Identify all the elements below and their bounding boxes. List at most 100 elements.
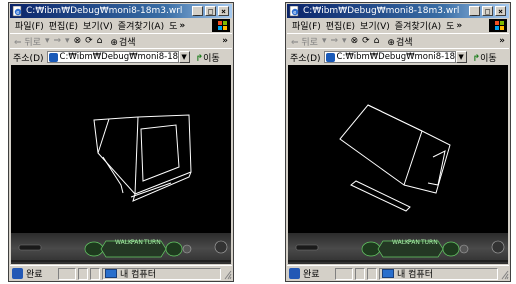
svg-text:e: e	[293, 10, 296, 16]
vrml-dashboard[interactable]: WALK PAN TURN	[11, 233, 231, 264]
status-done: 완료	[26, 270, 43, 280]
dash-pan-label[interactable]: PAN	[131, 239, 143, 246]
status-panel	[90, 267, 100, 280]
vrml-viewport[interactable]	[288, 65, 508, 233]
home-icon[interactable]: ⌂	[97, 36, 103, 46]
forward-button[interactable]: ⇒	[54, 36, 62, 46]
menu-view[interactable]: 보기(V)	[360, 19, 390, 32]
maximize-icon[interactable]: □	[205, 6, 216, 16]
go-arrow-icon: ↱	[195, 53, 204, 64]
address-bar: 주소(D) C:₩ibm₩Debug₩moni8-18m3. ▼ ↱이동	[10, 48, 232, 65]
search-icon: ⊕	[387, 37, 395, 48]
home-icon[interactable]: ⌂	[374, 36, 380, 46]
close-icon[interactable]: ×	[218, 6, 229, 16]
dashboard-graphic	[11, 240, 231, 262]
browser-window-right: e C:₩ibm₩Debug₩moni8-18m3.wrl _ □ × 파일(F…	[285, 2, 511, 282]
address-input[interactable]: C:₩ibm₩Debug₩moni8-18m3.	[46, 51, 179, 63]
forward-dropdown-icon[interactable]: ▾	[342, 36, 347, 46]
svg-text:e: e	[16, 10, 19, 16]
vrml-dashboard[interactable]: WALK PAN TURN	[288, 233, 508, 264]
minimize-icon[interactable]: _	[192, 6, 203, 16]
resize-grip-icon[interactable]	[222, 268, 232, 280]
menu-favorites[interactable]: 즐겨찾기(A)	[118, 19, 164, 32]
search-label: 검색	[118, 37, 136, 48]
back-button[interactable]: ⇐ 뒤로	[14, 35, 41, 48]
menu-bar: 파일(F) 편집(E) 보기(V) 즐겨찾기(A) 도 »	[10, 19, 232, 32]
dash-walk-label[interactable]: WALK	[392, 239, 409, 246]
menu-tools[interactable]: 도	[446, 19, 454, 32]
browser-window-left: e C:₩ibm₩Debug₩moni8-18m3.wrl _ □ × 파일(F…	[8, 2, 234, 282]
menu-file[interactable]: 파일(F)	[292, 19, 321, 32]
stop-icon[interactable]: ⊗	[351, 36, 359, 46]
ie-page-icon: e	[12, 5, 23, 17]
back-dropdown-icon[interactable]: ▾	[45, 36, 50, 46]
go-label: 이동	[203, 53, 220, 64]
toolbar-overflow-icon[interactable]: »	[499, 36, 505, 46]
forward-dropdown-icon[interactable]: ▾	[65, 36, 70, 46]
go-button[interactable]: ↱이동	[196, 51, 220, 64]
go-label: 이동	[480, 53, 497, 64]
ie-page-icon: e	[289, 5, 300, 17]
dash-walk-label[interactable]: WALK	[115, 239, 132, 246]
minimize-icon[interactable]: _	[469, 6, 480, 16]
status-done: 완료	[303, 270, 320, 280]
menu-overflow-icon[interactable]: »	[456, 21, 462, 31]
refresh-icon[interactable]: ⟳	[362, 36, 370, 46]
go-button[interactable]: ↱이동	[473, 51, 497, 64]
dash-pan-label[interactable]: PAN	[408, 239, 420, 246]
dash-turn-label[interactable]: TURN	[144, 239, 161, 246]
security-zone: 내 컴퓨터	[379, 267, 498, 280]
vrml-viewport[interactable]	[11, 65, 231, 233]
go-arrow-icon: ↱	[472, 53, 481, 64]
close-icon[interactable]: ×	[495, 6, 506, 16]
windows-logo-icon	[212, 19, 230, 32]
menu-overflow-icon[interactable]: »	[179, 21, 185, 31]
address-label: 주소(D)	[13, 53, 44, 64]
title-bar[interactable]: e C:₩ibm₩Debug₩moni8-18m3.wrl _ □ ×	[287, 4, 509, 18]
status-panel	[335, 267, 353, 280]
refresh-icon[interactable]: ⟳	[85, 36, 93, 46]
window-title: C:₩ibm₩Debug₩moni8-18m3.wrl	[26, 6, 183, 16]
title-bar[interactable]: e C:₩ibm₩Debug₩moni8-18m3.wrl _ □ ×	[10, 4, 232, 18]
dash-turn-label[interactable]: TURN	[421, 239, 438, 246]
my-computer-icon	[382, 269, 394, 278]
toolbar-overflow-icon[interactable]: »	[222, 36, 228, 46]
page-icon	[325, 52, 335, 62]
menu-edit[interactable]: 편집(E)	[326, 19, 355, 32]
status-panel	[367, 267, 377, 280]
menu-file[interactable]: 파일(F)	[15, 19, 44, 32]
windows-logo-icon	[489, 19, 507, 32]
address-input[interactable]: C:₩ibm₩Debug₩moni8-18m3.	[323, 51, 456, 63]
zone-label: 내 컴퓨터	[120, 270, 156, 280]
window-title: C:₩ibm₩Debug₩moni8-18m3.wrl	[303, 6, 460, 16]
address-dropdown-icon[interactable]: ▼	[455, 51, 467, 63]
back-dropdown-icon[interactable]: ▾	[322, 36, 327, 46]
status-bar: 완료 내 컴퓨터	[287, 265, 509, 281]
back-button[interactable]: ⇐ 뒤로	[291, 35, 318, 48]
menu-view[interactable]: 보기(V)	[83, 19, 113, 32]
address-dropdown-icon[interactable]: ▼	[178, 51, 190, 63]
ie-status-icon	[12, 268, 23, 279]
resize-grip-icon[interactable]	[499, 268, 509, 280]
ie-status-icon	[289, 268, 300, 279]
search-icon: ⊕	[110, 37, 118, 48]
page-icon	[48, 52, 58, 62]
search-label: 검색	[395, 37, 413, 48]
status-panel	[78, 267, 88, 280]
status-panel	[355, 267, 365, 280]
my-computer-icon	[105, 269, 117, 278]
standard-toolbar: ⇐ 뒤로 ▾ ⇒ ▾ ⊗ ⟳ ⌂ ⊕검색 »	[10, 33, 232, 48]
search-button[interactable]: ⊕검색	[106, 35, 135, 48]
menu-bar: 파일(F) 편집(E) 보기(V) 즐겨찾기(A) 도 »	[287, 19, 509, 32]
address-label: 주소(D)	[290, 53, 321, 64]
search-button[interactable]: ⊕검색	[383, 35, 412, 48]
address-bar: 주소(D) C:₩ibm₩Debug₩moni8-18m3. ▼ ↱이동	[287, 48, 509, 65]
security-zone: 내 컴퓨터	[102, 267, 221, 280]
menu-favorites[interactable]: 즐겨찾기(A)	[395, 19, 441, 32]
forward-button[interactable]: ⇒	[331, 36, 339, 46]
stop-icon[interactable]: ⊗	[74, 36, 82, 46]
maximize-icon[interactable]: □	[482, 6, 493, 16]
zone-label: 내 컴퓨터	[397, 270, 433, 280]
menu-tools[interactable]: 도	[169, 19, 177, 32]
menu-edit[interactable]: 편집(E)	[49, 19, 78, 32]
